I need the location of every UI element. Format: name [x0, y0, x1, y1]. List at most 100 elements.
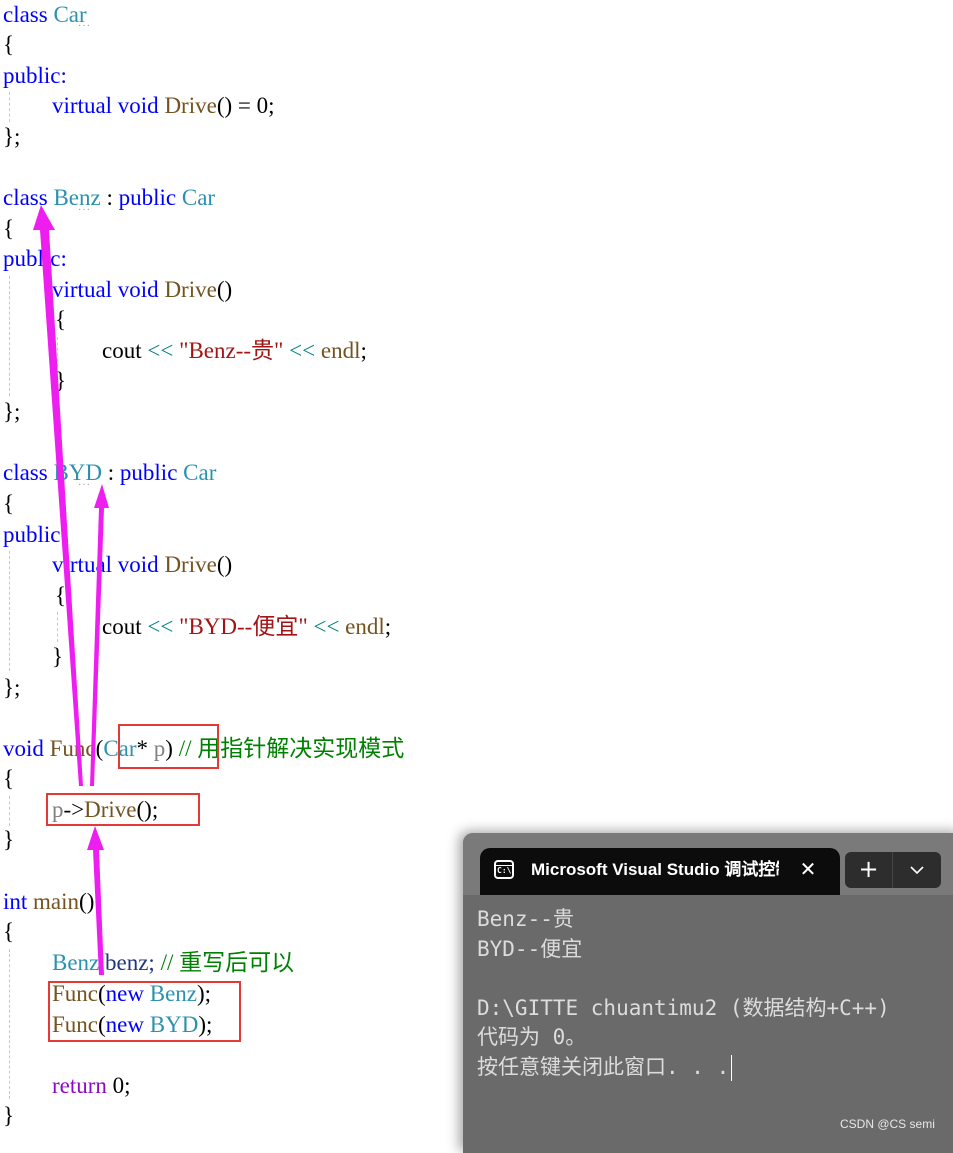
- chevron-down-icon[interactable]: [893, 852, 941, 888]
- class-name: Car: [181, 185, 216, 210]
- keyword: void: [117, 552, 159, 577]
- code-line[interactable]: {: [3, 489, 14, 519]
- new-tab-button[interactable]: +: [845, 852, 893, 888]
- highlight-box-drive-call: [46, 793, 200, 826]
- debug-console-window[interactable]: C:\ Microsoft Visual Studio 调试控制台 ✕ + Be…: [463, 833, 953, 1153]
- watermark: CSDN @CS semi: [840, 1117, 935, 1131]
- code-line[interactable]: Benz benz; // 重写后可以: [52, 948, 294, 978]
- identifier: cout: [102, 614, 142, 639]
- function-name: Drive: [164, 552, 217, 577]
- keyword: class: [3, 2, 48, 27]
- identifier: cout: [102, 338, 142, 363]
- code-line[interactable]: int main(): [3, 887, 94, 917]
- code-text: 0;: [106, 1073, 131, 1098]
- keyword: virtual: [52, 93, 113, 118]
- function-name: main: [33, 889, 80, 914]
- operator: <<: [313, 614, 340, 639]
- tab-actions: +: [845, 852, 941, 888]
- squiggle-hint: ···: [78, 21, 91, 32]
- function-name: Drive: [164, 93, 217, 118]
- code-line[interactable]: {: [55, 581, 66, 611]
- indent-guide: [9, 276, 10, 396]
- operator: <<: [147, 614, 174, 639]
- code-line[interactable]: class Car: [3, 0, 87, 30]
- code-line[interactable]: };: [3, 122, 20, 152]
- code-comment: // 重写后可以: [160, 950, 295, 975]
- keyword: public: [119, 460, 178, 485]
- indent-guide: [9, 92, 10, 122]
- variable: benz;: [99, 950, 155, 975]
- string-literal: "BYD--便宜": [179, 614, 308, 639]
- code-line[interactable]: }: [3, 1101, 14, 1131]
- code-line[interactable]: {: [3, 764, 14, 794]
- code-text: (): [79, 889, 95, 914]
- code-line[interactable]: virtual void Drive(): [52, 550, 232, 580]
- operator: <<: [289, 338, 316, 363]
- console-tab[interactable]: C:\ Microsoft Visual Studio 调试控制台 ✕: [480, 848, 840, 895]
- code-line[interactable]: class Benz : public Car: [3, 183, 215, 213]
- code-text: :: [100, 185, 119, 210]
- code-line[interactable]: public:: [3, 520, 67, 550]
- indent-guide: [57, 337, 58, 367]
- indent-guide: [9, 949, 10, 1099]
- keyword: public: [118, 185, 177, 210]
- console-prompt: 按任意键关闭此窗口. . .: [477, 1054, 730, 1079]
- highlight-box-func-calls: [48, 981, 241, 1042]
- code-line[interactable]: return 0;: [52, 1071, 131, 1101]
- indent-guide: [9, 551, 10, 671]
- close-icon[interactable]: ✕: [796, 857, 820, 881]
- console-line: D:\GITTE chuantimu2 (数据结构+C++): [477, 995, 890, 1020]
- console-titlebar[interactable]: C:\ Microsoft Visual Studio 调试控制台 ✕ +: [463, 833, 953, 895]
- keyword: int: [3, 889, 28, 914]
- code-line[interactable]: class BYD : public Car: [3, 458, 216, 488]
- keyword: class: [3, 460, 48, 485]
- keyword: virtual: [52, 277, 113, 302]
- squiggle-hint: ···: [78, 205, 91, 216]
- console-tab-title: Microsoft Visual Studio 调试控制台: [531, 860, 779, 879]
- terminal-icon-text: C:\: [497, 866, 512, 875]
- code-line[interactable]: cout << "BYD--便宜" << endl;: [102, 612, 391, 642]
- console-line: BYD--便宜: [477, 936, 583, 961]
- code-line[interactable]: public:: [3, 244, 67, 274]
- indent-guide: [57, 612, 58, 642]
- class-name: Car: [183, 460, 217, 485]
- function-name: Func: [49, 736, 96, 761]
- console-line: Benz--贵: [477, 907, 574, 931]
- code-line[interactable]: }: [55, 366, 66, 396]
- console-output[interactable]: Benz--贵 BYD--便宜 D:\GITTE chuantimu2 (数据结构+…: [477, 905, 890, 1082]
- code-line[interactable]: virtual void Drive() = 0;: [52, 91, 275, 121]
- code-line[interactable]: virtual void Drive(): [52, 275, 232, 305]
- code-line[interactable]: }: [52, 642, 63, 672]
- code-line[interactable]: {: [3, 917, 14, 947]
- terminal-icon: C:\: [494, 860, 514, 879]
- code-line[interactable]: {: [55, 305, 66, 335]
- code-line[interactable]: {: [3, 30, 14, 60]
- keyword: class: [3, 185, 48, 210]
- class-name: Benz: [52, 950, 100, 975]
- console-line-last: 按任意键关闭此窗口. . .: [477, 1053, 890, 1083]
- code-text: ;: [384, 614, 392, 639]
- squiggle-hint: ···: [78, 480, 91, 491]
- string-literal: "Benz--贵": [179, 338, 284, 363]
- identifier: endl: [345, 614, 385, 639]
- code-line[interactable]: }: [3, 825, 14, 855]
- code-line[interactable]: {: [3, 214, 14, 244]
- code-line[interactable]: };: [3, 397, 20, 427]
- keyword: return: [52, 1073, 107, 1098]
- operator: <<: [147, 338, 174, 363]
- code-line[interactable]: public:: [3, 61, 67, 91]
- code-text: (): [216, 277, 233, 302]
- text-cursor: [731, 1054, 733, 1081]
- keyword: void: [117, 93, 159, 118]
- console-line: 代码为 0。: [477, 1025, 587, 1049]
- code-text: :: [102, 460, 120, 485]
- code-line[interactable]: };: [3, 673, 20, 703]
- indent-guide: [9, 796, 10, 826]
- keyword: void: [117, 277, 159, 302]
- code-text: (): [216, 552, 233, 577]
- code-line[interactable]: cout << "Benz--贵" << endl;: [102, 336, 367, 366]
- keyword: virtual: [52, 552, 113, 577]
- highlight-box-func-param: [118, 724, 219, 769]
- code-text: ;: [360, 338, 367, 363]
